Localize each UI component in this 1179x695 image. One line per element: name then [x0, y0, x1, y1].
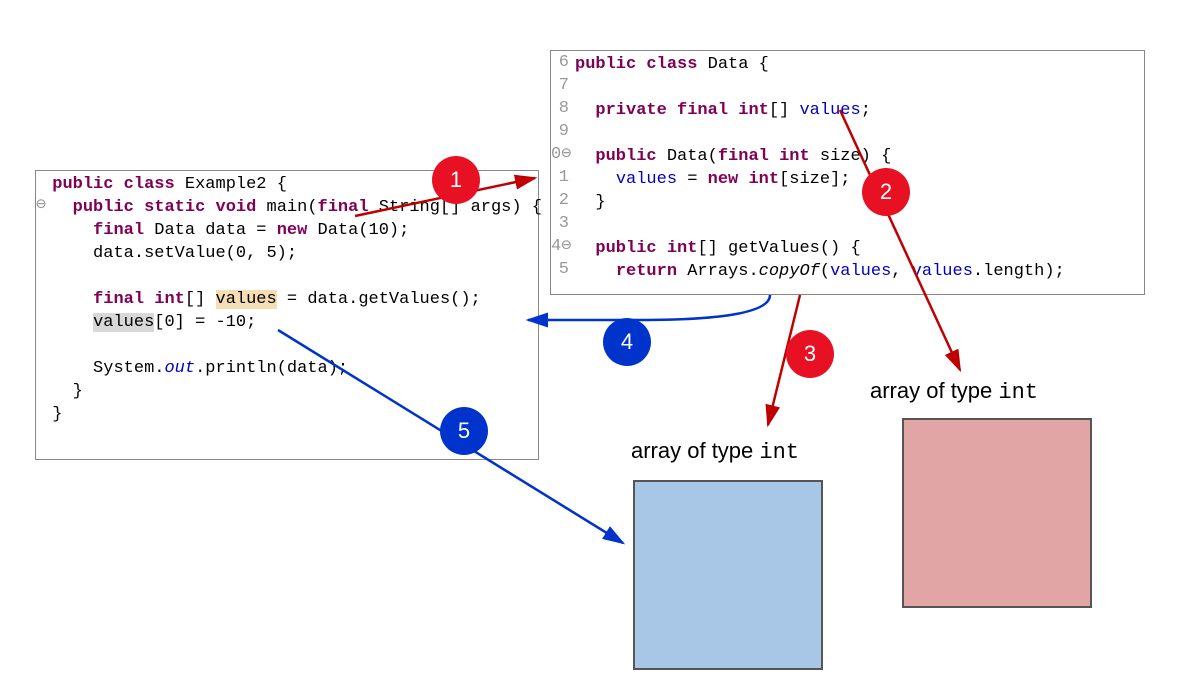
code-box-data: 6 7 8 9 0⊖ 1 2 3 4⊖ 5 public class Data …	[550, 50, 1145, 295]
array-red-box	[902, 418, 1092, 608]
badge-1: 1	[432, 156, 480, 204]
label-array-left: array of type int	[631, 438, 799, 465]
array-blue-box	[633, 480, 823, 670]
gutter-right: 6 7 8 9 0⊖ 1 2 3 4⊖ 5	[551, 51, 571, 294]
badge-2: 2	[862, 168, 910, 216]
badge-5: 5	[440, 407, 488, 455]
badge-3: 3	[786, 330, 834, 378]
badge-4: 4	[603, 318, 651, 366]
label-array-right: array of type int	[870, 378, 1038, 405]
gutter-left: ⊖	[36, 171, 48, 459]
code-right: public class Data { private final int[] …	[571, 51, 1144, 294]
